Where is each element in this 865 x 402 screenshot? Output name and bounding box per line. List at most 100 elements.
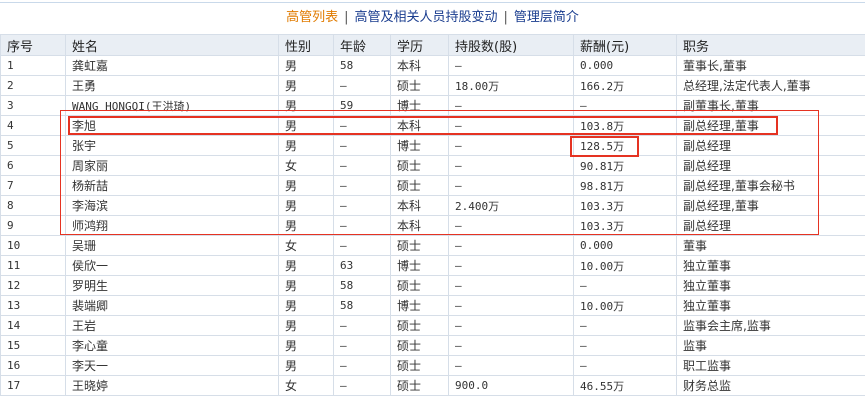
- cell-name: 师鸿翔: [65, 215, 279, 236]
- cell-name: 周家丽: [65, 155, 279, 176]
- tab-shareholding-changes[interactable]: 高管及相关人员持股变动: [354, 10, 497, 25]
- cell-index: 6: [0, 155, 66, 176]
- table-header-row: 序号 姓名 性别 年龄 学历 持股数(股) 薪酬(元) 职务: [0, 34, 865, 56]
- table-row: 9 师鸿翔男 — 本科 —103.3万 副总经理: [0, 215, 865, 236]
- cell-salary: 10.00万: [573, 255, 677, 276]
- cell-education: 博士: [390, 255, 449, 276]
- cell-name: 李天一: [65, 355, 279, 376]
- cell-name: 王晓婷: [65, 375, 279, 396]
- cell-shares: —: [448, 135, 574, 156]
- cell-shares: —: [448, 215, 574, 236]
- cell-position: 职工监事: [676, 355, 865, 376]
- cell-salary: 103.8万: [573, 115, 677, 136]
- header-name: 姓名: [65, 34, 279, 56]
- tab-management-profile[interactable]: 管理层简介: [514, 10, 579, 25]
- cell-salary: —: [573, 95, 677, 116]
- cell-salary: —: [573, 315, 677, 336]
- cell-position: 副总经理: [676, 155, 865, 176]
- cell-position: 董事长,董事: [676, 55, 865, 76]
- cell-position: 独立董事: [676, 255, 865, 276]
- cell-name: 王勇: [65, 75, 279, 96]
- cell-index: 14: [0, 315, 66, 336]
- tab-bar: 高管列表 | 高管及相关人员持股变动 | 管理层简介: [0, 2, 865, 33]
- cell-name: WANG HONGQI(王洪琦): [65, 95, 279, 116]
- executive-table: 序号 姓名 性别 年龄 学历 持股数(股) 薪酬(元) 职务 1 龚虹嘉男 58 本科 —0.000 董…: [0, 34, 865, 396]
- cell-index: 7: [0, 175, 66, 196]
- cell-age: 59: [333, 95, 391, 116]
- cell-shares: —: [448, 315, 574, 336]
- cell-education: 硕士: [390, 355, 449, 376]
- cell-salary: —: [573, 335, 677, 356]
- cell-name: 李海滨: [65, 195, 279, 216]
- cell-name: 李心童: [65, 335, 279, 356]
- cell-name: 吴珊: [65, 235, 279, 256]
- cell-gender: 男: [278, 355, 334, 376]
- cell-position: 财务总监: [676, 375, 865, 396]
- cell-index: 1: [0, 55, 66, 76]
- table-row: 11 侯欣一男 63 博士 —10.00万 独立董事: [0, 255, 865, 276]
- cell-position: 独立董事: [676, 275, 865, 296]
- cell-name: 罗明生: [65, 275, 279, 296]
- cell-age: 58: [333, 55, 391, 76]
- cell-index: 2: [0, 75, 66, 96]
- header-age: 年龄: [333, 34, 391, 56]
- cell-name: 杨新喆: [65, 175, 279, 196]
- cell-position: 副总经理,董事: [676, 195, 865, 216]
- cell-shares: —: [448, 335, 574, 356]
- cell-education: 本科: [390, 55, 449, 76]
- cell-gender: 男: [278, 255, 334, 276]
- cell-position: 副总经理: [676, 215, 865, 236]
- cell-gender: 女: [278, 375, 334, 396]
- cell-age: —: [333, 215, 391, 236]
- cell-gender: 男: [278, 215, 334, 236]
- cell-education: 硕士: [390, 375, 449, 396]
- table-row: 1 龚虹嘉男 58 本科 —0.000 董事长,董事: [0, 55, 865, 76]
- header-shares: 持股数(股): [448, 34, 574, 56]
- cell-education: 硕士: [390, 315, 449, 336]
- cell-age: 63: [333, 255, 391, 276]
- cell-shares: —: [448, 235, 574, 256]
- cell-name: 侯欣一: [65, 255, 279, 276]
- cell-age: —: [333, 235, 391, 256]
- cell-index: 15: [0, 335, 66, 356]
- cell-education: 博士: [390, 95, 449, 116]
- cell-index: 5: [0, 135, 66, 156]
- cell-index: 16: [0, 355, 66, 376]
- cell-shares: —: [448, 155, 574, 176]
- cell-name: 裴端卿: [65, 295, 279, 316]
- table-row: 2 王勇男 — 硕士 18.00万 166.2万 总经理,法定代表人,董事: [0, 75, 865, 96]
- cell-age: 58: [333, 275, 391, 296]
- cell-education: 本科: [390, 115, 449, 136]
- cell-education: 本科: [390, 195, 449, 216]
- cell-education: 硕士: [390, 275, 449, 296]
- table-row: 6 周家丽女 — 硕士 —90.81万 副总经理: [0, 155, 865, 176]
- table-row: 16 李天一男 — 硕士 — — 职工监事: [0, 355, 865, 376]
- table-row: 5 张宇男 — 博士 —128.5万 副总经理: [0, 135, 865, 156]
- cell-shares: —: [448, 95, 574, 116]
- cell-salary: 0.000: [573, 55, 677, 76]
- cell-education: 硕士: [390, 155, 449, 176]
- table-row: 12 罗明生男 58 硕士 — — 独立董事: [0, 275, 865, 296]
- cell-gender: 男: [278, 175, 334, 196]
- cell-position: 副董事长,董事: [676, 95, 865, 116]
- cell-salary: —: [573, 275, 677, 296]
- cell-education: 博士: [390, 295, 449, 316]
- cell-shares: —: [448, 275, 574, 296]
- cell-salary: 98.81万: [573, 175, 677, 196]
- cell-salary: 103.3万: [573, 215, 677, 236]
- cell-shares: —: [448, 55, 574, 76]
- cell-age: —: [333, 355, 391, 376]
- cell-education: 硕士: [390, 175, 449, 196]
- table-row: 17 王晓婷女 — 硕士 900.0 46.55万 财务总监: [0, 375, 865, 396]
- cell-age: —: [333, 195, 391, 216]
- cell-index: 9: [0, 215, 66, 236]
- cell-gender: 男: [278, 115, 334, 136]
- cell-gender: 男: [278, 135, 334, 156]
- tab-executive-list[interactable]: 高管列表: [286, 10, 338, 25]
- cell-name: 王岩: [65, 315, 279, 336]
- table-row: 10 吴珊女 — 硕士 —0.000 董事: [0, 235, 865, 256]
- cell-age: —: [333, 135, 391, 156]
- table-row: 4 李旭男 — 本科 —103.8万 副总经理,董事: [0, 115, 865, 136]
- cell-salary: 166.2万: [573, 75, 677, 96]
- cell-education: 硕士: [390, 75, 449, 96]
